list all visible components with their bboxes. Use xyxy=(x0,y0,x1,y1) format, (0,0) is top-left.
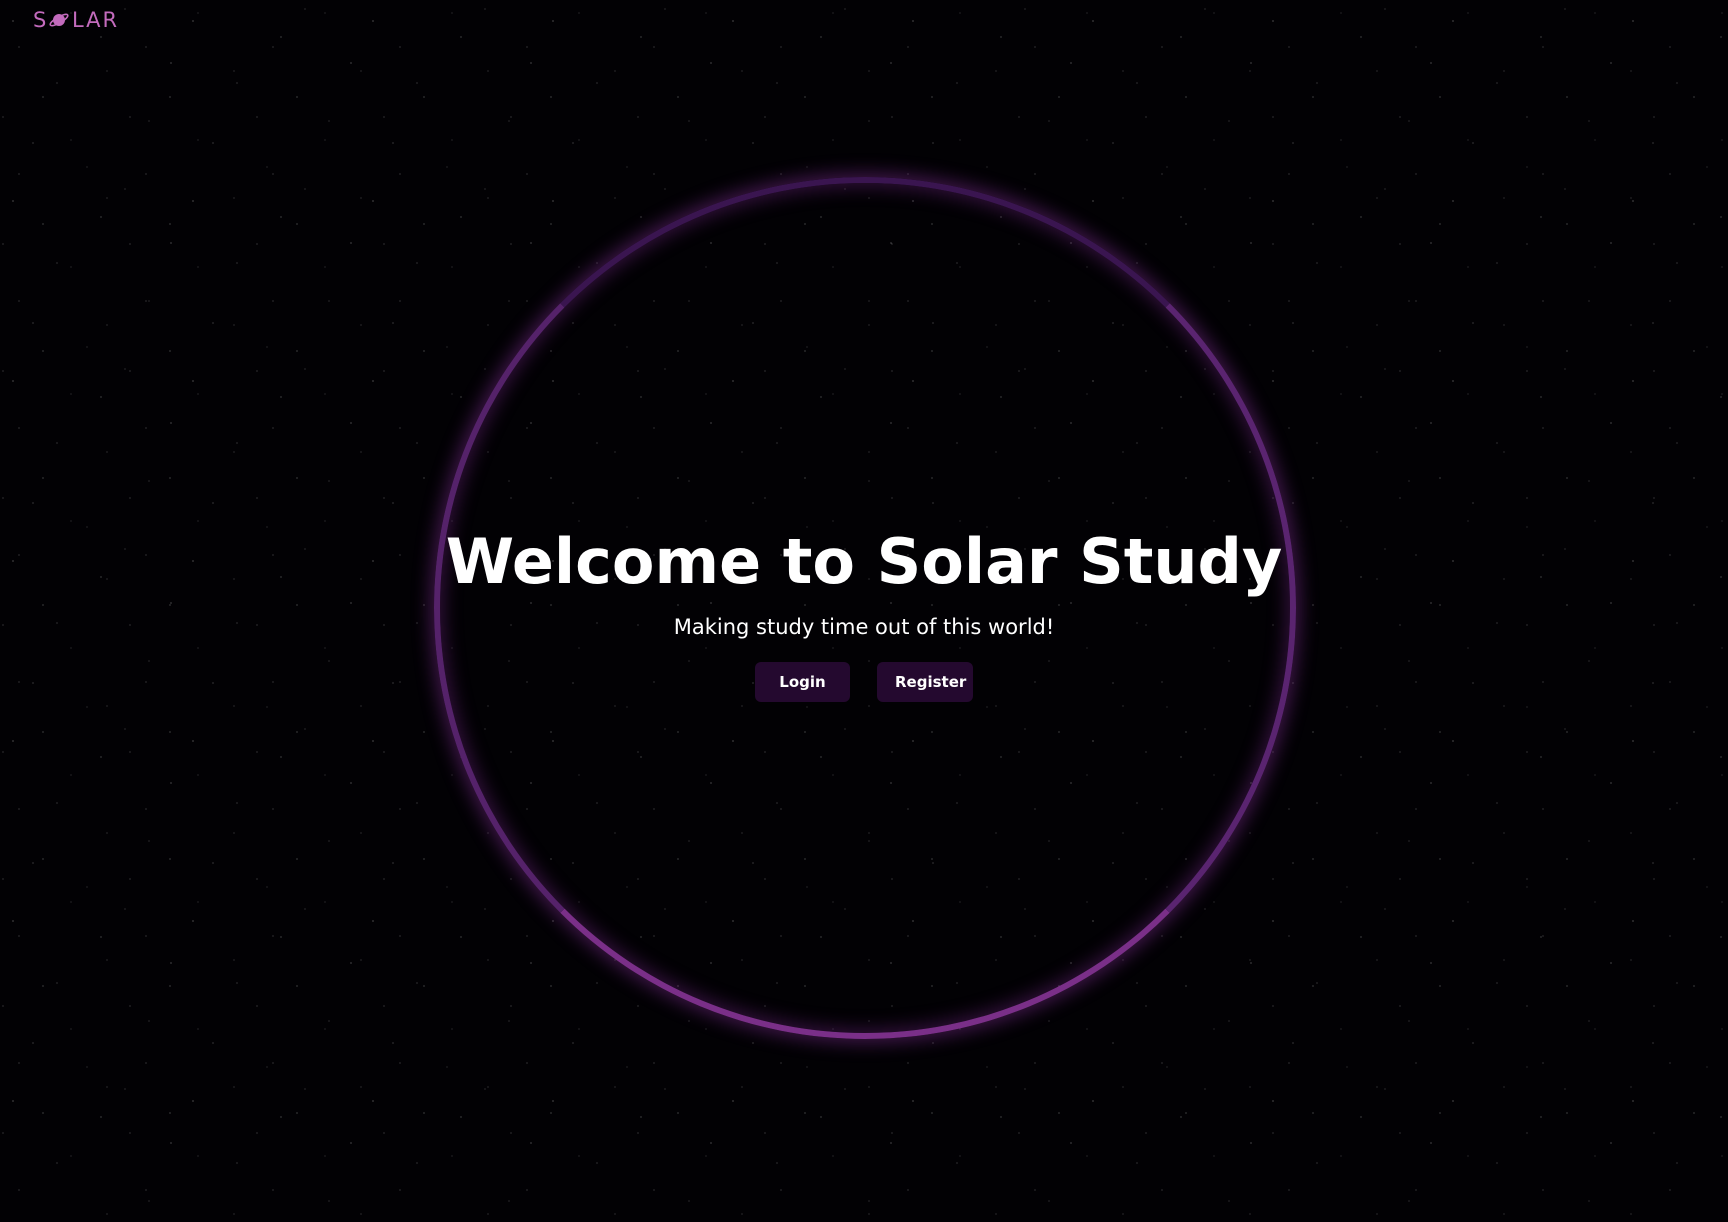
svg-text:S: S xyxy=(33,8,48,32)
login-button[interactable]: Login xyxy=(755,662,850,702)
planet-icon xyxy=(49,13,69,27)
page-title: Welcome to Solar Study xyxy=(445,525,1283,598)
hero-section: Welcome to Solar Study Making study time… xyxy=(0,520,1728,702)
page-subtitle: Making study time out of this world! xyxy=(673,615,1055,639)
svg-text:LAR: LAR xyxy=(72,8,119,32)
auth-buttons: Login Register xyxy=(0,662,1728,702)
solar-logo[interactable]: S LAR xyxy=(33,7,125,33)
register-button[interactable]: Register xyxy=(877,662,973,702)
logo-wordmark: S LAR xyxy=(33,8,119,32)
